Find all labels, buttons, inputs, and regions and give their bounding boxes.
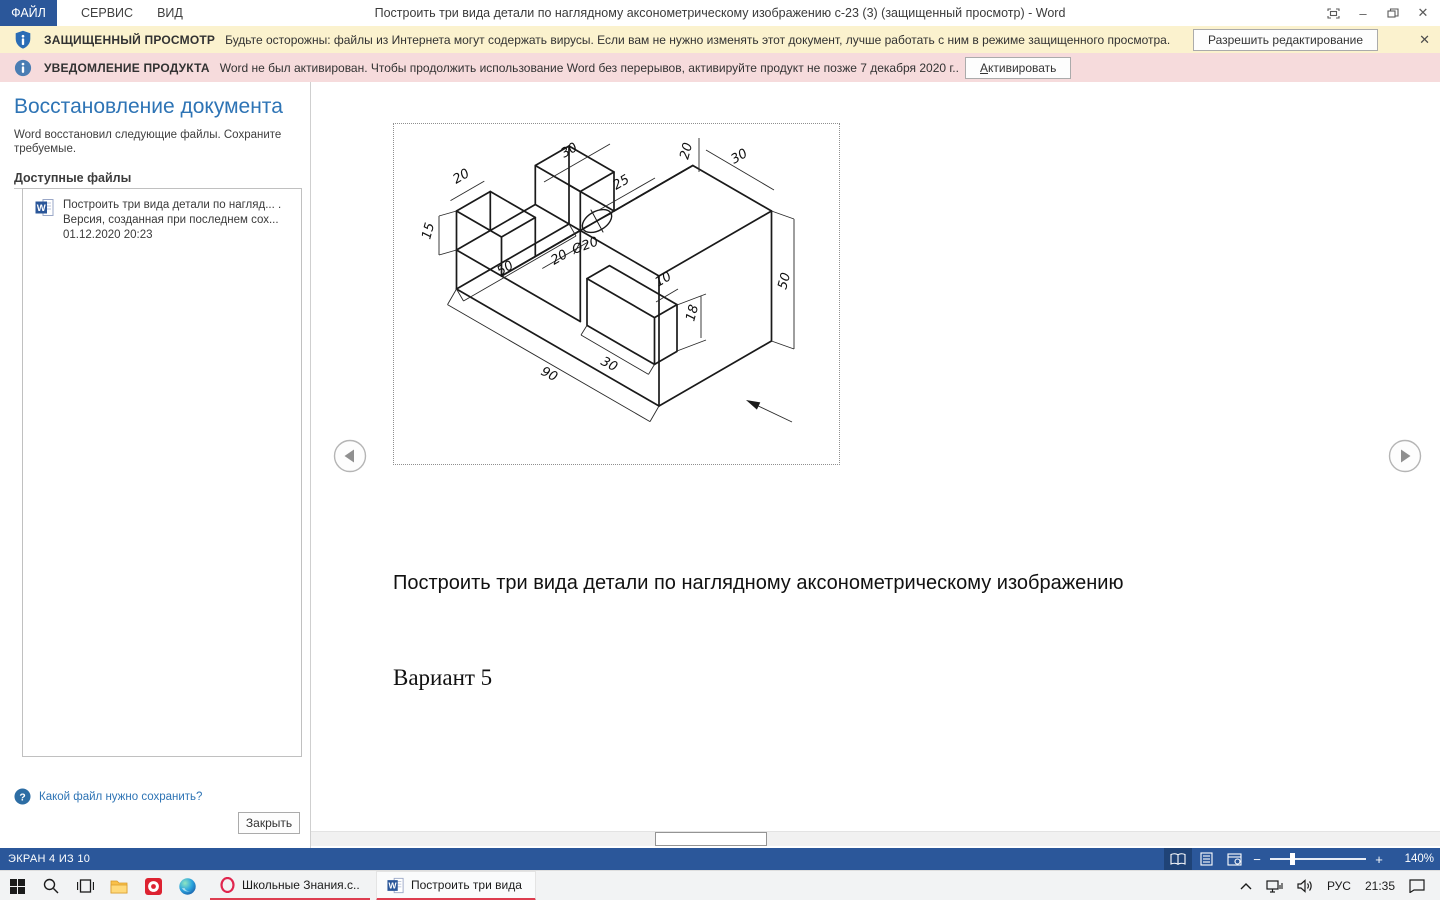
dim-right-18: 18 [683,303,702,323]
search-icon[interactable] [34,871,68,900]
product-notice-label: УВЕДОМЛЕНИЕ ПРОДУКТА [44,60,210,75]
minimize-button[interactable]: – [1348,0,1378,26]
zoom-out-button[interactable]: − [1248,852,1266,867]
product-notice-banner: УВЕДОМЛЕНИЕ ПРОДУКТА Word не был активир… [0,53,1440,83]
dim-top-left-30: 30 [559,140,581,161]
document-area: 30 20 30 25 Ø20 50 18 10 30 90 20 15 20 … [311,82,1440,848]
recovered-file-item[interactable]: W Построить три вида детали по нагляд...… [23,189,301,243]
recovery-pane-title: Восстановление документа [14,95,283,118]
document-heading: Построить три вида детали по наглядному … [393,572,1124,594]
svg-text:?: ? [19,792,25,803]
recovered-files-list: W Построить три вида детали по нагляд...… [22,188,302,757]
window-controls: – ✕ [1318,0,1438,26]
zoom-percentage[interactable]: 140% [1394,853,1434,865]
shield-icon [14,30,32,49]
clock[interactable]: 21:35 [1358,871,1402,900]
edge-browser-icon[interactable] [170,871,204,900]
protected-view-label: ЗАЩИЩЕННЫЙ ПРОСМОТР [44,32,216,47]
word-app-icon: W [387,877,404,894]
horizontal-scrollbar [311,831,1440,846]
red-app-icon[interactable] [136,871,170,900]
zoom-slider[interactable] [1270,853,1366,865]
document-variant: Вариант 5 [393,665,493,690]
axonometric-drawing: 30 20 30 25 Ø20 50 18 10 30 90 20 15 20 … [393,123,840,465]
previous-screen-button[interactable] [333,439,367,473]
recovered-file-text: Построить три вида детали по нагляд... .… [63,198,281,243]
product-notice-message: Word не был активирован. Чтобы продолжит… [219,60,959,75]
network-icon[interactable] [1259,871,1290,900]
help-icon: ? [14,788,31,805]
system-tray: РУС 21:35 [1233,871,1432,900]
dim-left-20: 20 [451,166,473,187]
title-bar: ФАЙЛ СЕРВИС ВИД Построить три вида детал… [0,0,1440,26]
recovered-file-version: Версия, созданная при последнем сох... [63,214,279,226]
dim-top-20: 20 [677,141,696,161]
help-link-label: Какой файл нужно сохранить? [39,790,203,803]
print-layout-button[interactable] [1192,848,1220,870]
dim-top-right-30: 30 [729,146,751,167]
dim-bottom-50: 50 [495,258,517,279]
menu-file[interactable]: ФАЙЛ [0,0,57,26]
menu-view[interactable]: ВИД [157,6,183,20]
restore-button[interactable] [1378,0,1408,26]
taskbar-button-label: Построить три вида ... [411,878,525,892]
available-files-header: Доступные файлы [14,171,300,189]
menu-service[interactable]: СЕРВИС [81,6,133,20]
next-screen-button[interactable] [1388,439,1422,473]
opera-browser-icon [220,876,235,893]
document-recovery-pane: Восстановление документа Word восстанови… [0,82,311,848]
recovered-file-date: 01.12.2020 20:23 [63,229,153,241]
protected-view-banner: ЗАЩИЩЕННЫЙ ПРОСМОТР Будьте осторожны: фа… [0,26,1440,54]
svg-text:W: W [389,880,398,890]
enable-editing-button[interactable]: Разрешить редактирование [1192,28,1378,51]
taskbar-button-word[interactable]: W Построить три вида ... [376,871,536,900]
dim-left-15: 15 [419,221,438,241]
taskbar-button-browser[interactable]: Школьные Знания.с... [210,871,370,900]
axonometric-drawing-svg: 30 20 30 25 Ø20 50 18 10 30 90 20 15 20 … [419,138,795,423]
activate-button-label: Активировать [980,60,1057,75]
info-icon [14,59,32,77]
taskbar-button-label: Школьные Знания.с... [242,877,360,892]
horizontal-scrollbar-thumb[interactable] [655,832,767,846]
zoom-in-button[interactable]: + [1370,852,1388,867]
dim-right-10: 10 [653,269,675,290]
dim-right-50: 50 [775,271,794,291]
banner-close-icon[interactable]: ✕ [1419,32,1430,48]
window-title: Построить три вида детали по наглядному … [374,6,1066,20]
file-explorer-icon[interactable] [102,871,136,900]
word-window: ФАЙЛ СЕРВИС ВИД Построить три вида детал… [0,0,1440,900]
activate-button[interactable]: Активировать [965,56,1072,79]
action-center-icon[interactable] [1402,871,1432,900]
close-pane-button[interactable]: Закрыть [238,812,300,834]
volume-icon[interactable] [1290,871,1320,900]
read-mode-button[interactable] [1164,848,1192,870]
status-bar: ЭКРАН 4 ИЗ 10 − + 140% [0,848,1440,870]
word-file-icon: W [35,198,54,243]
screen-counter: ЭКРАН 4 ИЗ 10 [8,853,91,865]
zoom-slider-thumb[interactable] [1290,853,1295,865]
web-layout-button[interactable] [1220,848,1248,870]
language-indicator[interactable]: РУС [1320,871,1358,900]
dim-hole: Ø20 [569,235,600,259]
fullscreen-toggle-icon[interactable] [1318,0,1348,26]
svg-text:W: W [37,203,46,214]
close-button[interactable]: ✕ [1408,0,1438,26]
start-button[interactable] [0,871,34,900]
recovery-pane-description: Word восстановил следующие файлы. Сохран… [14,129,282,155]
recovery-help-link[interactable]: ? Какой файл нужно сохранить? [14,788,202,805]
tray-chevron-icon[interactable] [1233,871,1259,900]
view-direction-arrow [746,400,761,410]
protected-view-message: Будьте осторожны: файлы из Интернета мог… [225,32,1171,47]
taskbar: Школьные Знания.с... W Построить три вид… [0,870,1440,900]
task-view-button[interactable] [68,871,102,900]
recovered-file-name: Построить три вида детали по нагляд... . [63,199,282,211]
